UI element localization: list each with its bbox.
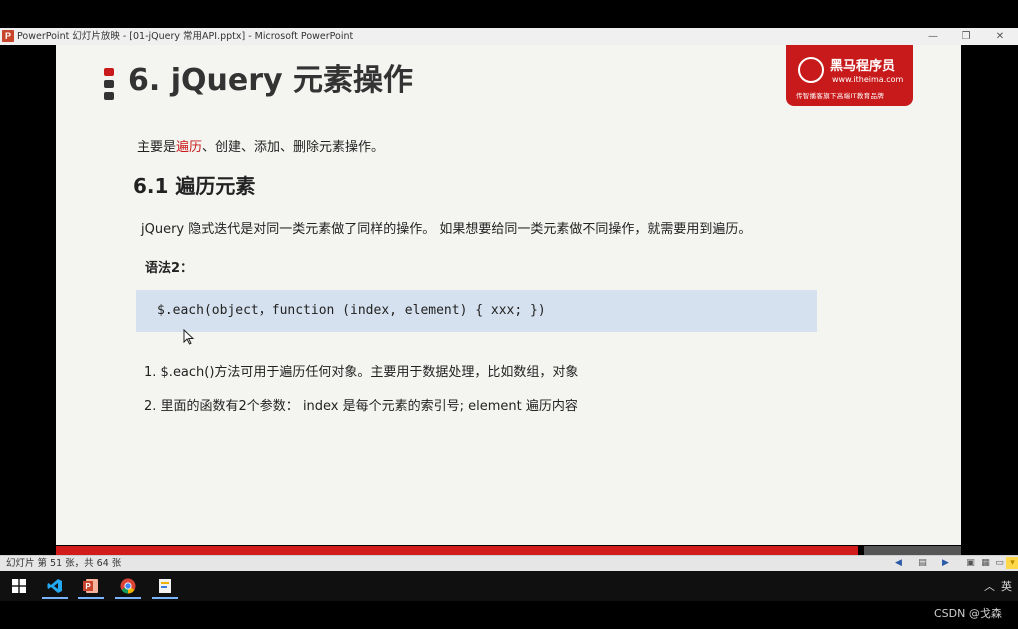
intro-suffix: 、创建、添加、删除元素操作。	[202, 140, 385, 155]
window-title-bar: P PowerPoint 幻灯片放映 - [01-jQuery 常用API.pp…	[0, 28, 1018, 45]
minimize-button[interactable]: —	[923, 28, 943, 45]
restore-button[interactable]: ❐	[956, 28, 976, 45]
logo-slogan: 传智播客旗下高端IT教育品牌	[796, 92, 885, 100]
horse-logo-icon	[798, 57, 824, 83]
title-marker-icon	[104, 68, 114, 100]
windows-start-icon[interactable]	[12, 579, 26, 593]
footer-gray-stripe	[864, 546, 961, 555]
csdn-watermark: CSDN @戈森	[934, 607, 1002, 620]
mouse-pointer-icon	[183, 329, 195, 345]
slide-canvas[interactable]: 6. jQuery 元素操作 黑马程序员 www.itheima.com 传智播…	[56, 45, 961, 545]
code-text: $.each(object，function (index, element) …	[157, 303, 546, 318]
slideshow-view-icon[interactable]: ▾	[1006, 557, 1018, 569]
powerpoint-icon[interactable]: P	[76, 575, 106, 599]
window-title: PowerPoint 幻灯片放映 - [01-jQuery 常用API.pptx…	[17, 31, 354, 42]
slide-title: 6. jQuery 元素操作	[128, 63, 413, 98]
syntax-label: 语法2：	[145, 261, 194, 276]
input-method-indicator[interactable]: 英	[1001, 578, 1012, 594]
tray-chevron-icon[interactable]: ︿	[984, 578, 995, 594]
reading-view-icon[interactable]: ▭	[993, 557, 1006, 569]
logo-url: www.itheima.com	[832, 75, 904, 84]
code-block: $.each(object，function (index, element) …	[136, 290, 817, 332]
taskbar: P ︿ 英	[0, 571, 1018, 601]
close-button[interactable]: ✕	[990, 28, 1010, 45]
itheima-logo: 黑马程序员 www.itheima.com 传智播客旗下高端IT教育品牌	[786, 45, 913, 106]
intro-text: 主要是遍历、创建、添加、删除元素操作。	[137, 136, 384, 155]
footer-red-stripe	[56, 546, 858, 555]
logo-name: 黑马程序员	[830, 59, 896, 74]
normal-view-icon[interactable]: ▣	[964, 557, 977, 569]
status-bar: 幻灯片 第 51 张，共 64 张 ◀ ▤ ▶ ▣ ▦ ▭ ▾	[0, 555, 1018, 571]
chrome-icon[interactable]	[113, 575, 143, 599]
intro-highlight: 遍历	[176, 140, 203, 155]
description-text: jQuery 隐式迭代是对同一类元素做了同样的操作。 如果想要给同一类元素做不同…	[141, 222, 752, 237]
point-2: 2. 里面的函数有2个参数： index 是每个元素的索引号; element …	[144, 399, 578, 414]
powerpoint-app-icon[interactable]: P	[2, 30, 14, 42]
point-1: 1. $.each()方法可用于遍历任何对象。主要用于数据处理，比如数组，对象	[144, 365, 579, 380]
previous-slide-icon[interactable]: ◀	[892, 557, 905, 569]
intro-prefix: 主要是	[137, 140, 177, 155]
sorter-view-icon[interactable]: ▦	[979, 557, 992, 569]
slide-menu-icon[interactable]: ▤	[916, 557, 929, 569]
vscode-icon[interactable]	[40, 575, 70, 599]
section-heading: 6.1 遍历元素	[133, 174, 256, 198]
svg-text:P: P	[85, 582, 91, 591]
file-icon[interactable]	[150, 575, 180, 599]
slide-counter: 幻灯片 第 51 张，共 64 张	[6, 558, 122, 569]
next-slide-icon[interactable]: ▶	[939, 557, 952, 569]
